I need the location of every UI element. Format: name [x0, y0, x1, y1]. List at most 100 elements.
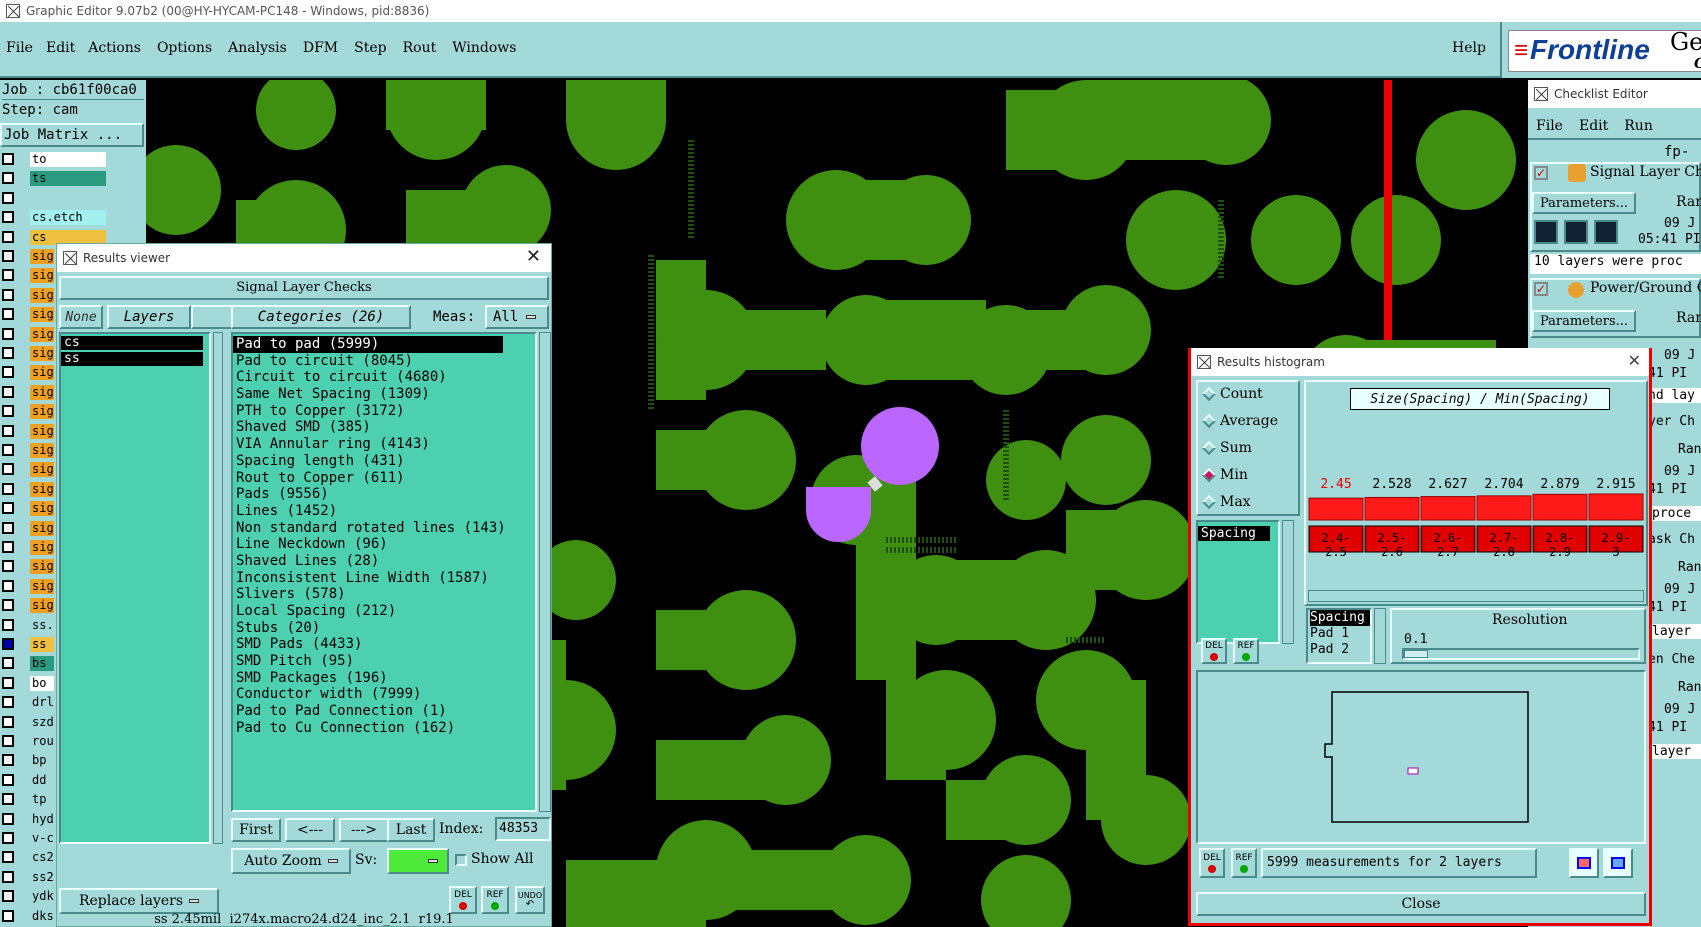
- category-item[interactable]: Pads (9556): [233, 486, 535, 503]
- layer-checkbox[interactable]: [2, 812, 14, 825]
- category-item[interactable]: SMD Pads (4433): [233, 636, 535, 653]
- list-item[interactable]: Spacing: [1310, 610, 1370, 626]
- replace-layers-select[interactable]: Replace layers: [59, 888, 219, 914]
- layer-name[interactable]: cs2: [30, 850, 54, 866]
- histogram-bar[interactable]: [1588, 493, 1644, 521]
- histogram-bar[interactable]: [1420, 496, 1476, 521]
- categories-list[interactable]: Pad to pad (5999) Pad to circuit (8045) Ci…: [231, 332, 537, 812]
- layer-checkbox[interactable]: [2, 657, 14, 670]
- layer-row[interactable]: [0, 189, 146, 207]
- check-icon[interactable]: ✓: [1534, 166, 1548, 180]
- layer-name[interactable]: sig: [30, 307, 54, 323]
- layer-name[interactable]: hyd: [30, 811, 54, 827]
- category-item[interactable]: PTH to Copper (3172): [233, 403, 535, 420]
- menu-actions[interactable]: Actions: [88, 40, 141, 56]
- layer-checkbox[interactable]: [2, 909, 14, 922]
- category-item[interactable]: Lines (1452): [233, 503, 535, 520]
- category-item[interactable]: Same Net Spacing (1309): [233, 386, 535, 403]
- histogram-bar[interactable]: [1364, 496, 1420, 521]
- mode-radio-sum[interactable]: Sum: [1201, 440, 1252, 456]
- category-item[interactable]: Rout to Copper (611): [233, 470, 535, 487]
- layer-checkbox[interactable]: [2, 676, 14, 689]
- histogram-bar[interactable]: [1532, 493, 1588, 521]
- layer-row[interactable]: ts: [0, 169, 146, 187]
- ref-button[interactable]: REF: [481, 886, 509, 914]
- category-item[interactable]: Shaved SMD (385): [233, 419, 535, 436]
- layer-checkbox[interactable]: [2, 211, 14, 224]
- histogram-chart[interactable]: 2.45 2.4-2.5 2.528 2.5-2.6 2.627 2.6-2.7 2.704…: [1308, 477, 1644, 588]
- layer-name[interactable]: sig: [30, 287, 54, 303]
- layer-name[interactable]: sig: [30, 578, 54, 594]
- first-button[interactable]: First: [231, 818, 281, 842]
- histogram-field-list[interactable]: Spacing: [1196, 520, 1280, 644]
- layer-checkbox[interactable]: [2, 347, 14, 359]
- menu-windows[interactable]: Windows: [452, 40, 516, 56]
- layer-name[interactable]: sig: [30, 423, 54, 439]
- none-button[interactable]: None: [59, 305, 103, 329]
- layer-name[interactable]: sig: [30, 462, 54, 478]
- resolution-slider[interactable]: [1402, 648, 1640, 660]
- menu-rout[interactable]: Rout: [403, 40, 437, 56]
- sv-color-select[interactable]: [387, 848, 449, 874]
- layer-name[interactable]: sig: [30, 520, 54, 536]
- layer-checkbox[interactable]: [2, 327, 14, 340]
- list-item[interactable]: cs: [61, 336, 203, 350]
- category-item[interactable]: Stubs (20): [233, 620, 535, 637]
- menu-step[interactable]: Step: [354, 40, 386, 56]
- histogram-bar[interactable]: [1476, 495, 1532, 521]
- mode-radio-count[interactable]: Count: [1201, 386, 1263, 402]
- layer-row[interactable]: cs.etch: [0, 208, 146, 226]
- layer-name[interactable]: tp: [30, 792, 54, 808]
- layer-results-list[interactable]: cs ss: [59, 332, 211, 844]
- layer-checkbox[interactable]: [2, 870, 14, 883]
- layer-row[interactable]: to: [0, 150, 146, 168]
- layer-checkbox[interactable]: [2, 773, 14, 786]
- category-item[interactable]: Slivers (578): [233, 586, 535, 603]
- layer-checkbox[interactable]: [2, 502, 14, 515]
- auto-zoom-select[interactable]: Auto Zoom: [231, 848, 351, 874]
- next-button[interactable]: --->: [339, 818, 389, 842]
- histogram-del-button[interactable]: DEL: [1201, 638, 1227, 664]
- last-button[interactable]: Last: [387, 818, 435, 842]
- layer-name[interactable]: bo: [30, 675, 54, 691]
- del-button[interactable]: DEL: [449, 886, 477, 914]
- run-icon[interactable]: [1534, 220, 1558, 244]
- slider-thumb[interactable]: [1404, 650, 1428, 658]
- category-item[interactable]: Non standard rotated lines (143): [233, 520, 535, 537]
- preview-del-button[interactable]: DEL: [1199, 848, 1225, 878]
- category-item[interactable]: SMD Packages (196): [233, 670, 535, 687]
- layer-checkbox[interactable]: [2, 832, 14, 844]
- layer-name[interactable]: ydk: [30, 889, 54, 905]
- category-item[interactable]: SMD Pitch (95): [233, 653, 535, 670]
- index-input[interactable]: 48353: [495, 817, 551, 841]
- undo-button[interactable]: UNDO ↶: [515, 886, 545, 914]
- show-all-checkbox[interactable]: [455, 854, 467, 866]
- detail-list[interactable]: Spacing Pad 1 Pad 2: [1306, 608, 1372, 664]
- layer-checkbox[interactable]: [2, 890, 14, 903]
- layer-name[interactable]: sig: [30, 559, 54, 575]
- layer-name[interactable]: sig: [30, 365, 54, 381]
- layer-checkbox[interactable]: [2, 172, 14, 185]
- layer-name[interactable]: sig: [30, 598, 54, 614]
- chart-scrollbar[interactable]: [1308, 590, 1644, 602]
- list-item[interactable]: Pad 1: [1310, 626, 1370, 642]
- layer-list-scrollbar[interactable]: [213, 332, 223, 844]
- layer-name[interactable]: v-c: [30, 831, 54, 846]
- category-item[interactable]: Pad to Pad Connection (1): [233, 703, 535, 720]
- list-item[interactable]: ss: [61, 352, 203, 366]
- layer-name[interactable]: to: [30, 152, 106, 167]
- layer-checkbox[interactable]: [2, 735, 14, 747]
- layers-button[interactable]: Layers: [107, 305, 191, 329]
- histogram-bar[interactable]: [1308, 497, 1364, 521]
- layer-checkbox[interactable]: [2, 250, 14, 262]
- layer-name[interactable]: rou: [30, 734, 54, 749]
- menu-help[interactable]: Help: [1452, 40, 1486, 56]
- list-item[interactable]: Pad 2: [1310, 642, 1370, 658]
- check-icon[interactable]: ✓: [1534, 282, 1548, 296]
- layer-name[interactable]: sig: [30, 346, 54, 361]
- layer-name[interactable]: sig: [30, 443, 54, 458]
- detail-scrollbar[interactable]: [1374, 608, 1386, 664]
- layer-checkbox[interactable]: [2, 696, 14, 709]
- layer-name[interactable]: drl: [30, 695, 54, 711]
- meas-select[interactable]: All: [485, 305, 549, 329]
